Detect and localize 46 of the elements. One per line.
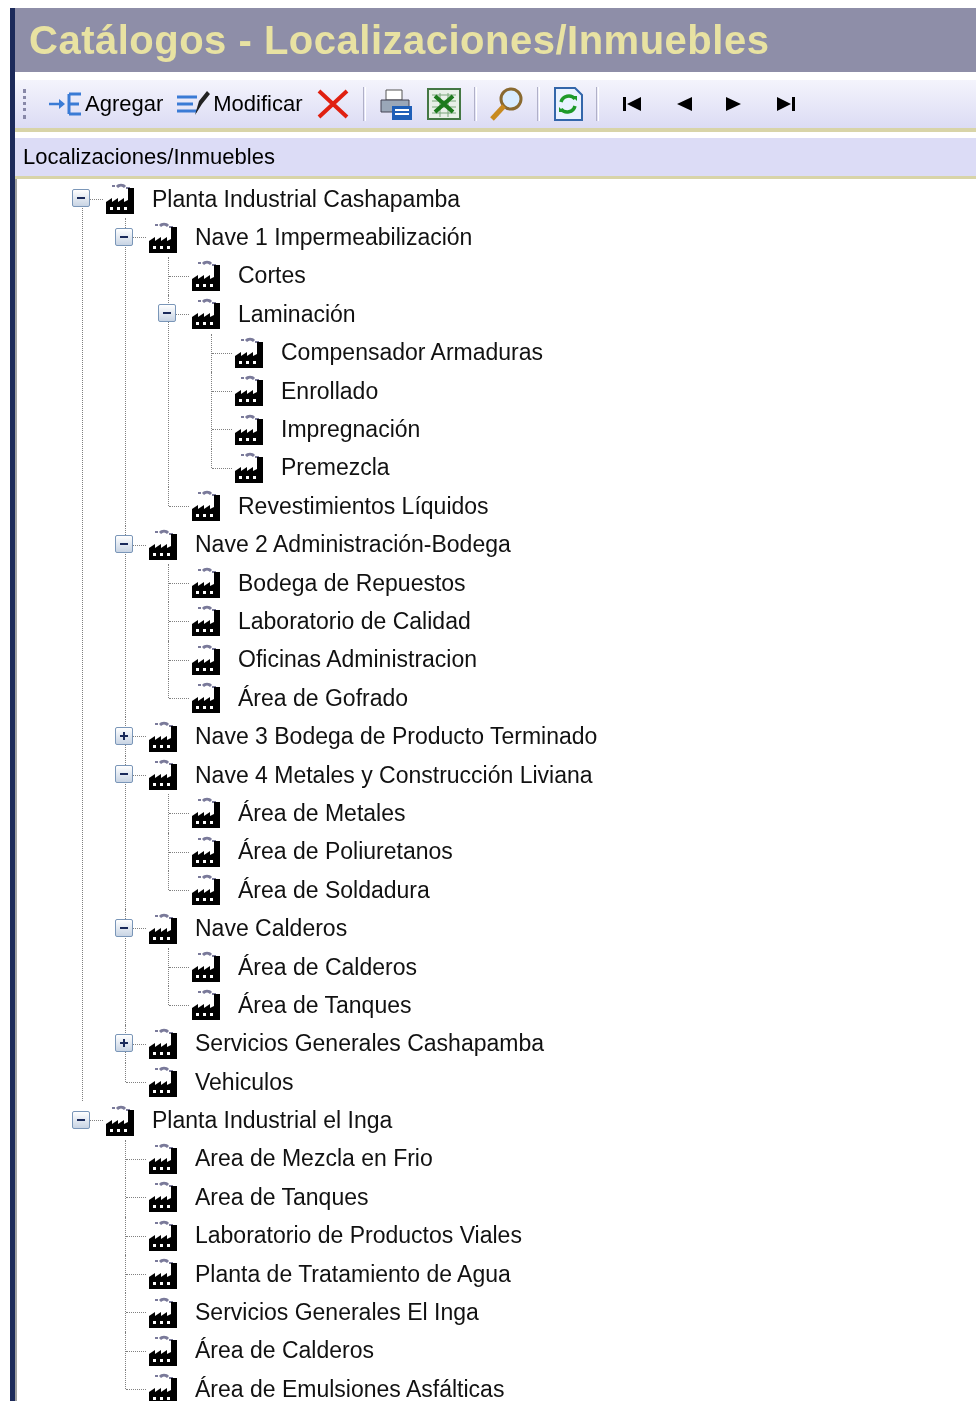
toolbar-button[interactable]: Modificar: [171, 87, 307, 121]
tree-item[interactable]: Vehiculos: [195, 1068, 294, 1096]
tree-item[interactable]: Area de Tanques: [195, 1183, 369, 1211]
tree-item[interactable]: Nave 4 Metales y Construcción Liviana: [195, 761, 593, 789]
tree-item[interactable]: Impregnación: [281, 416, 421, 444]
tree-item[interactable]: Servicios Generales El Inga: [195, 1299, 479, 1326]
tree-item[interactable]: Planta de Tratamiento de Agua: [195, 1260, 511, 1288]
tree-item[interactable]: Área de Calderos: [195, 1337, 374, 1365]
window-title: Catálogos - Localizaciones/Inmuebles: [29, 17, 770, 63]
collapse-icon[interactable]: [72, 189, 90, 208]
tree-item[interactable]: Compensador Armaduras: [281, 339, 544, 367]
collapse-icon[interactable]: [115, 765, 133, 784]
tree-item[interactable]: Planta Industrial Cashapamba: [152, 185, 461, 213]
tree-item[interactable]: Enrollado: [281, 377, 379, 405]
expand-icon[interactable]: [115, 726, 133, 745]
tree-item[interactable]: Área de Poliuretanos: [238, 838, 453, 866]
tree-item[interactable]: Oficinas Administracion: [238, 646, 478, 674]
collapse-icon[interactable]: [158, 304, 176, 323]
tree-item[interactable]: Laminación: [238, 300, 356, 328]
tree-item[interactable]: Área de Emulsiones Asfálticas: [195, 1375, 505, 1401]
tree-item[interactable]: Nave Calderos: [195, 915, 348, 943]
tree-item[interactable]: Area de Mezcla en Frio: [195, 1145, 433, 1173]
tree-item[interactable]: Planta Industrial el Inga: [152, 1107, 393, 1135]
tree-item[interactable]: Cortes: [238, 262, 306, 290]
collapse-icon[interactable]: [115, 918, 133, 937]
column-header[interactable]: Localizaciones/Inmuebles: [15, 138, 976, 179]
tree-item[interactable]: Bodega de Repuestos: [238, 569, 466, 597]
tree-item[interactable]: Área de Metales: [238, 799, 406, 827]
tree-item[interactable]: Servicios Generales Cashapamba: [195, 1030, 544, 1058]
tree-item[interactable]: Premezcla: [281, 454, 390, 482]
toolbar-button[interactable]: Agregar: [43, 87, 168, 121]
expand-icon[interactable]: [115, 1033, 133, 1052]
tree-item[interactable]: Nave 2 Administración-Bodega: [195, 531, 511, 559]
tree-item[interactable]: Área de Tanques: [238, 991, 412, 1019]
tree-item[interactable]: Área de Soldadura: [238, 876, 430, 904]
grip-icon: [23, 89, 29, 119]
collapse-icon[interactable]: [115, 534, 133, 553]
tree-item[interactable]: Revestimientos Líquidos: [238, 492, 489, 520]
collapse-icon[interactable]: [72, 1110, 90, 1129]
tree-item[interactable]: Área de Calderos: [238, 953, 417, 981]
tree-item[interactable]: Laboratorio de Productos Viales: [195, 1222, 522, 1250]
tree-item[interactable]: Nave 3 Bodega de Producto Terminado: [195, 723, 598, 751]
tree-item[interactable]: Área de Gofrado: [238, 684, 409, 712]
tree-item[interactable]: Laboratorio de Calidad: [238, 608, 471, 635]
tree-item[interactable]: Nave 1 Impermeabilización: [195, 224, 473, 252]
collapse-icon[interactable]: [115, 227, 133, 246]
